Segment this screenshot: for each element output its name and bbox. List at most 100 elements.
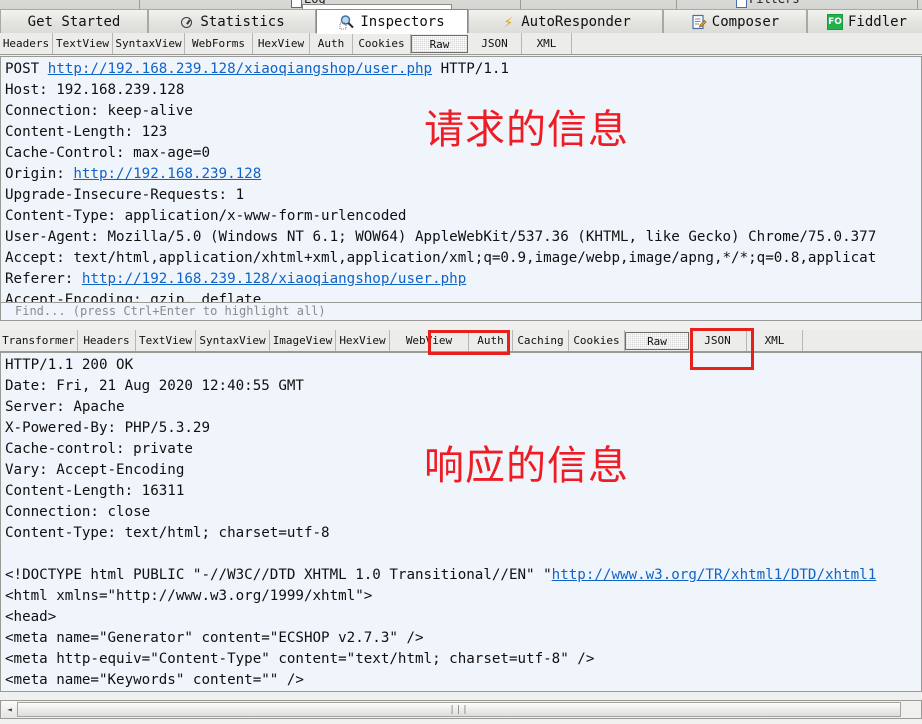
tab-composer-label: Composer bbox=[711, 13, 780, 30]
raw-line: <meta http-equiv="Content-Type" content=… bbox=[5, 649, 876, 670]
raw-line-text: Host: 192.168.239.128 bbox=[5, 82, 185, 98]
response-tab-cookies[interactable]: Cookies bbox=[569, 330, 625, 351]
raw-line-text: <meta name="Generator" content="ECSHOP v… bbox=[5, 630, 424, 646]
request-tab-auth[interactable]: Auth bbox=[310, 33, 353, 54]
response-tab-caching-label: Caching bbox=[517, 334, 564, 347]
response-raw-pane[interactable]: HTTP/1.1 200 OK Date: Fri, 21 Aug 2020 12… bbox=[0, 352, 922, 692]
tab-get-started[interactable]: Get Started bbox=[0, 9, 148, 33]
raw-line-text: Accept: text/html,application/xhtml+xml,… bbox=[5, 250, 877, 266]
response-tab-imageview-label: ImageView bbox=[272, 334, 333, 347]
response-tab-transformer[interactable]: Transformer bbox=[0, 330, 78, 351]
raw-line: Host: 192.168.239.128 bbox=[5, 80, 876, 101]
response-tab-syntaxview-label: SyntaxView bbox=[199, 334, 266, 347]
response-tab-raw[interactable]: Raw bbox=[625, 332, 689, 350]
lightning-icon: ⚡ bbox=[503, 12, 513, 31]
response-tab-syntaxview[interactable]: SyntaxView bbox=[196, 330, 270, 351]
raw-line: Connection: close bbox=[5, 502, 876, 523]
response-tab-transformer-label: Transformer bbox=[2, 334, 75, 347]
raw-line-link[interactable]: http://192.168.239.128 bbox=[73, 166, 261, 182]
raw-line: Server: Apache bbox=[5, 397, 876, 418]
raw-line-text: Cache-control: private bbox=[5, 441, 193, 457]
request-tab-json[interactable]: JSON bbox=[468, 33, 522, 54]
raw-line-text: X-Powered-By: PHP/5.3.29 bbox=[5, 420, 210, 436]
scroll-left-arrow[interactable]: ◄ bbox=[2, 701, 17, 718]
raw-line: <head> bbox=[5, 607, 876, 628]
raw-line: Referer: http://192.168.239.128/xiaoqian… bbox=[5, 269, 876, 290]
request-raw-text: POST http://192.168.239.128/xiaoqiangsho… bbox=[5, 59, 877, 303]
raw-line-text: HTTP/1.1 bbox=[432, 61, 509, 77]
filters-checkbox[interactable] bbox=[736, 0, 747, 8]
raw-line-text: Accept-Encoding: gzip, deflate bbox=[5, 292, 262, 303]
response-tab-raw-label: Raw bbox=[647, 334, 667, 348]
response-raw-text: HTTP/1.1 200 OK Date: Fri, 21 Aug 2020 12… bbox=[5, 355, 877, 692]
raw-line-text: <meta name="Keywords" content="" /> bbox=[5, 672, 304, 688]
response-tab-hexview-label: HexView bbox=[339, 334, 386, 347]
raw-line-text: Server: Apache bbox=[5, 399, 125, 415]
response-tab-textview-label: TextView bbox=[139, 334, 192, 347]
raw-line-link[interactable]: http://192.168.239.128/xiaoqiangshop/use… bbox=[48, 61, 432, 77]
raw-line-text: HTTP/1.1 200 OK bbox=[5, 357, 134, 373]
raw-line: Upgrade-Insecure-Requests: 1 bbox=[5, 185, 876, 206]
tab-inspectors[interactable]: Inspectors bbox=[316, 9, 468, 34]
request-tab-json-label: JSON bbox=[481, 37, 508, 50]
request-raw-pane[interactable]: POST http://192.168.239.128/xiaoqiangsho… bbox=[0, 56, 922, 303]
tab-get-started-label: Get Started bbox=[27, 13, 121, 30]
raw-line: Origin: http://192.168.239.128 bbox=[5, 164, 876, 185]
request-tab-textview-label: TextView bbox=[56, 37, 109, 50]
raw-line-link[interactable]: http://www.w3.org/TR/xhtml1/DTD/xhtml1 bbox=[552, 567, 877, 583]
request-tab-cookies[interactable]: Cookies bbox=[353, 33, 411, 54]
request-tab-headers[interactable]: Headers bbox=[0, 33, 53, 54]
response-tab-hexview[interactable]: HexView bbox=[336, 330, 390, 351]
request-tab-webforms-label: WebForms bbox=[192, 37, 245, 50]
raw-line-text: <!DOCTYPE html PUBLIC "-//W3C//DTD XHTML… bbox=[5, 567, 552, 583]
fo-badge-icon: FO bbox=[826, 13, 843, 30]
raw-line-text: Origin: bbox=[5, 166, 74, 182]
tab-fiddler[interactable]: FO Fiddler bbox=[807, 9, 922, 33]
clipped-toolbar-strip: Log Filters bbox=[0, 0, 922, 9]
raw-line-link[interactable]: http://192.168.239.128/xiaoqiangshop/use… bbox=[82, 271, 466, 287]
request-tab-raw[interactable]: Raw bbox=[411, 35, 468, 53]
response-tab-headers-label: Headers bbox=[83, 334, 130, 347]
request-tab-webforms[interactable]: WebForms bbox=[185, 33, 253, 54]
scroll-grip: ||| bbox=[449, 704, 469, 715]
raw-line: Content-Type: application/x-www-form-url… bbox=[5, 206, 876, 227]
raw-line-text: Connection: keep-alive bbox=[5, 103, 193, 119]
response-tab-headers[interactable]: Headers bbox=[78, 330, 136, 351]
stopwatch-icon bbox=[179, 14, 195, 30]
note-pencil-icon bbox=[691, 14, 707, 30]
request-tab-xml[interactable]: XML bbox=[522, 33, 572, 54]
request-tab-xml-label: XML bbox=[536, 37, 557, 50]
tab-autoresponder[interactable]: ⚡ AutoResponder bbox=[468, 9, 663, 33]
request-find-bar[interactable]: Find... (press Ctrl+Enter to highlight a… bbox=[0, 303, 922, 321]
raw-line bbox=[5, 544, 876, 565]
log-checkbox[interactable] bbox=[291, 0, 302, 8]
request-subtab-bar: Headers TextView SyntaxView WebForms HexView… bbox=[0, 33, 922, 55]
response-tab-xml[interactable]: XML bbox=[747, 330, 803, 351]
request-tab-syntaxview[interactable]: SyntaxView bbox=[113, 33, 185, 54]
tab-fiddler-label: Fiddler bbox=[847, 13, 907, 30]
tab-statistics[interactable]: Statistics bbox=[148, 9, 316, 33]
response-tab-caching[interactable]: Caching bbox=[513, 330, 569, 351]
webview-highlight-box bbox=[428, 330, 510, 355]
raw-line-text: Content-Type: application/x-www-form-url… bbox=[5, 208, 407, 224]
raw-line: Content-Type: text/html; charset=utf-8 bbox=[5, 523, 876, 544]
tab-composer[interactable]: Composer bbox=[663, 9, 807, 33]
raw-line-text: Content-Length: 16311 bbox=[5, 483, 185, 499]
scroll-thumb[interactable]: ||| bbox=[17, 702, 901, 717]
raw-line-text: <html xmlns="http://www.w3.org/1999/xhtm… bbox=[5, 588, 373, 604]
raw-line: Accept-Encoding: gzip, deflate bbox=[5, 290, 876, 303]
request-tab-textview[interactable]: TextView bbox=[53, 33, 113, 54]
response-tab-imageview[interactable]: ImageView bbox=[270, 330, 336, 351]
horizontal-scrollbar[interactable]: ◄ ||| bbox=[0, 700, 922, 719]
find-input-placeholder: Find... (press Ctrl+Enter to highlight a… bbox=[15, 304, 326, 318]
raw-line: <meta name="Keywords" content="" /> bbox=[5, 670, 876, 691]
raw-line-text: User-Agent: Mozilla/5.0 (Windows NT 6.1;… bbox=[5, 229, 877, 245]
request-info-annotation: 请求的信息 bbox=[424, 107, 629, 153]
raw-line: <html xmlns="http://www.w3.org/1999/xhtm… bbox=[5, 586, 876, 607]
raw-line: POST http://192.168.239.128/xiaoqiangsho… bbox=[5, 59, 876, 80]
raw-line: <meta name="Description" content="" /> bbox=[5, 691, 876, 692]
request-tab-auth-label: Auth bbox=[317, 37, 345, 50]
response-tab-textview[interactable]: TextView bbox=[136, 330, 196, 351]
filters-label: Filters bbox=[749, 0, 800, 6]
request-tab-hexview[interactable]: HexView bbox=[253, 33, 310, 54]
